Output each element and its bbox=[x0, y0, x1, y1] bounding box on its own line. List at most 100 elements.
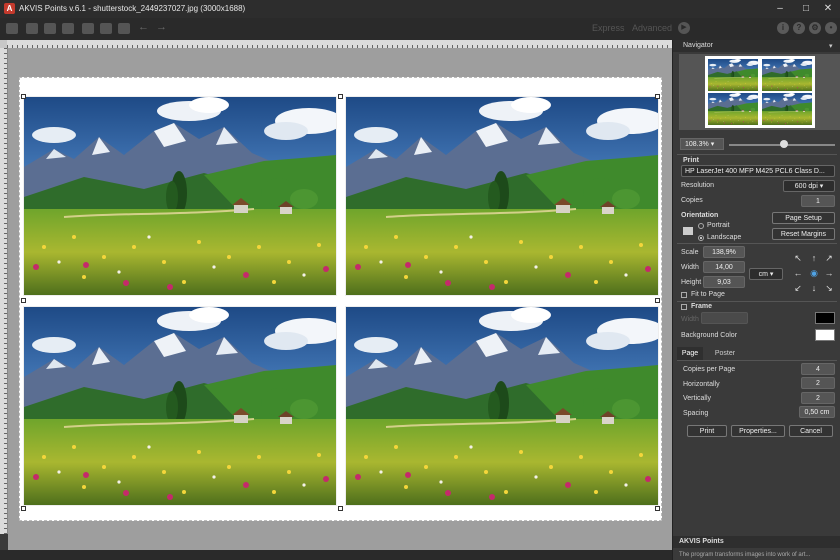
frame-checkbox[interactable] bbox=[681, 304, 687, 310]
orientation-label: Orientation bbox=[681, 212, 719, 219]
open-file-icon[interactable] bbox=[6, 23, 18, 34]
navigator-menu-icon[interactable]: ▾ bbox=[829, 42, 833, 50]
unit-select[interactable]: cm ▾ bbox=[749, 268, 783, 280]
thumb-image bbox=[708, 59, 758, 91]
image-copy-4[interactable] bbox=[345, 306, 659, 506]
cancel-button[interactable]: Cancel bbox=[789, 425, 833, 437]
scale-label: Scale bbox=[681, 249, 699, 256]
ruler-corner bbox=[0, 40, 7, 48]
vertically-label: Vertically bbox=[683, 395, 712, 402]
thumb-image bbox=[708, 93, 758, 125]
batch-icon[interactable] bbox=[44, 23, 56, 34]
advanced-mode-tab[interactable]: Advanced bbox=[632, 23, 672, 33]
align-left-icon[interactable]: ← bbox=[793, 268, 803, 278]
resize-handle[interactable] bbox=[21, 94, 26, 99]
background-color-label: Background Color bbox=[681, 332, 738, 339]
copies-label: Copies bbox=[681, 197, 703, 204]
align-bottom-right-icon[interactable]: ↘ bbox=[824, 283, 834, 293]
run-icon[interactable]: ▶ bbox=[678, 22, 690, 34]
landscape-image bbox=[24, 307, 336, 505]
minimize-button[interactable]: – bbox=[770, 1, 790, 17]
bottom-strip bbox=[0, 550, 672, 560]
printer-select[interactable]: HP LaserJet 400 MFP M425 PCL6 Class D... bbox=[681, 165, 835, 177]
express-mode-tab[interactable]: Express bbox=[592, 23, 625, 33]
page-setup-button[interactable]: Page Setup bbox=[772, 212, 835, 224]
status-bar bbox=[8, 534, 672, 550]
image-copy-1[interactable] bbox=[23, 96, 337, 296]
resolution-label: Resolution bbox=[681, 182, 715, 189]
align-bottom-left-icon[interactable]: ↙ bbox=[793, 283, 803, 293]
copies-per-page-label: Copies per Page bbox=[683, 366, 736, 373]
frame-width-label: Width bbox=[681, 316, 699, 323]
info-icon[interactable]: i bbox=[777, 22, 789, 34]
scale-field[interactable]: 138,9% bbox=[703, 246, 745, 258]
print-icon[interactable] bbox=[62, 23, 74, 34]
landscape-image bbox=[346, 307, 658, 505]
notifications-icon[interactable]: • bbox=[825, 22, 837, 34]
fit-to-page-checkbox[interactable] bbox=[681, 292, 687, 298]
resize-handle[interactable] bbox=[21, 506, 26, 511]
maximize-button[interactable]: □ bbox=[796, 1, 816, 17]
thumb-image bbox=[762, 59, 812, 91]
settings-icon[interactable]: ⚙ bbox=[809, 22, 821, 34]
resolution-select[interactable]: 600 dpi ▾ bbox=[783, 180, 835, 192]
undo-icon[interactable]: ← bbox=[138, 21, 149, 33]
frame-color-swatch[interactable] bbox=[815, 312, 835, 324]
zoom-field[interactable]: 108.3% ▾ bbox=[680, 138, 724, 150]
navigator-title: Navigator bbox=[673, 40, 840, 52]
landscape-image bbox=[346, 97, 658, 295]
align-right-icon[interactable]: → bbox=[824, 268, 834, 278]
navigator-preview[interactable] bbox=[679, 54, 840, 130]
image-copy-3[interactable] bbox=[23, 306, 337, 506]
resize-handle[interactable] bbox=[655, 298, 660, 303]
share-icon[interactable] bbox=[82, 23, 94, 34]
align-top-left-icon[interactable]: ↖ bbox=[793, 253, 803, 263]
copies-per-page-field[interactable]: 4 bbox=[801, 363, 835, 375]
zoom-slider-knob[interactable] bbox=[780, 140, 788, 148]
print-button[interactable]: Print bbox=[687, 425, 727, 437]
resize-handle[interactable] bbox=[338, 506, 343, 511]
title-bar: A AKVIS Points v.6.1 - shutterstock_2449… bbox=[0, 0, 840, 18]
unit-value: cm bbox=[758, 271, 768, 278]
app-logo-icon: A bbox=[4, 3, 15, 14]
canvas-area[interactable] bbox=[8, 48, 672, 534]
resize-handle[interactable] bbox=[655, 506, 660, 511]
align-bottom-icon[interactable]: ↓ bbox=[809, 283, 819, 293]
align-top-right-icon[interactable]: ↗ bbox=[824, 253, 834, 263]
width-label: Width bbox=[681, 264, 699, 271]
reset-margins-button[interactable]: Reset Margins bbox=[772, 228, 835, 240]
background-color-swatch[interactable] bbox=[815, 329, 835, 341]
image-before-icon[interactable] bbox=[100, 23, 112, 34]
help-icon[interactable]: ? bbox=[793, 22, 805, 34]
align-center-icon[interactable]: ◉ bbox=[809, 268, 819, 278]
spacing-field[interactable]: 0,50 cm bbox=[799, 406, 835, 418]
resize-handle[interactable] bbox=[21, 298, 26, 303]
vertically-field[interactable]: 2 bbox=[801, 392, 835, 404]
vertical-ruler bbox=[0, 48, 8, 534]
spacing-label: Spacing bbox=[683, 410, 709, 417]
horizontally-label: Horizontally bbox=[683, 381, 720, 388]
tab-poster[interactable]: Poster bbox=[707, 347, 743, 360]
image-copy-2[interactable] bbox=[345, 96, 659, 296]
close-button[interactable]: ✕ bbox=[818, 1, 838, 17]
landscape-radio[interactable] bbox=[698, 235, 704, 241]
width-field[interactable]: 14,00 bbox=[703, 261, 745, 273]
settings-panel: Navigator ▾ 108.3% ▾ Print HP LaserJet 4… bbox=[672, 40, 840, 560]
print-page bbox=[19, 77, 662, 521]
image-after-icon[interactable] bbox=[118, 23, 130, 34]
redo-icon[interactable]: → bbox=[156, 21, 167, 33]
copies-field[interactable]: 1 bbox=[801, 195, 835, 207]
horizontally-field[interactable]: 2 bbox=[801, 377, 835, 389]
portrait-radio[interactable] bbox=[698, 223, 704, 229]
divider bbox=[677, 301, 837, 302]
properties-button[interactable]: Properties... bbox=[731, 425, 785, 437]
save-file-icon[interactable] bbox=[26, 23, 38, 34]
height-field[interactable]: 9,03 bbox=[703, 276, 745, 288]
resize-handle[interactable] bbox=[338, 94, 343, 99]
tab-page[interactable]: Page bbox=[677, 347, 703, 360]
frame-width-field bbox=[701, 312, 748, 324]
align-top-icon[interactable]: ↑ bbox=[809, 253, 819, 263]
landscape-label: Landscape bbox=[707, 234, 742, 241]
height-label: Height bbox=[681, 279, 702, 286]
resize-handle[interactable] bbox=[655, 94, 660, 99]
